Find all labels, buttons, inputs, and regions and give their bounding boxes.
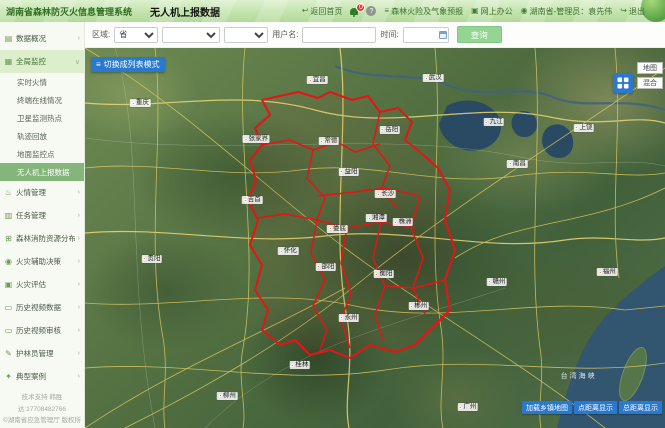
- sidebar-menu: ▤数据概况›▦全局监控∨实时火情终端在线情况卫星监测热点轨迹回放地面监控点无人机…: [0, 27, 84, 388]
- top-header: 湖南省森林防灭火信息管理系统 无人机上报数据 ↩ 返回首页 0 ? ≡ 森林火险…: [0, 0, 665, 22]
- calendar-icon[interactable]: [439, 31, 447, 39]
- chevron-down-icon: ∨: [75, 58, 80, 66]
- map-layer-control: 地图 混合: [613, 62, 663, 93]
- chevron-right-icon: ›: [78, 235, 80, 242]
- sidebar-footer: 技术支持 韩胜达:17708482766 ©湖南省应急管理厅 版权所有: [0, 388, 84, 428]
- sidebar-item-task-management[interactable]: ▥任务管理›: [0, 204, 84, 227]
- submenu-item[interactable]: 终端在线情况: [0, 91, 84, 109]
- sidebar-nav: ▤数据概况›▦全局监控∨实时火情终端在线情况卫星监测热点轨迹回放地面监控点无人机…: [0, 22, 85, 428]
- notification-badge: 0: [356, 3, 365, 12]
- logout-icon: ↪: [620, 7, 627, 15]
- city-select[interactable]: [162, 27, 220, 43]
- map-tool-buttons: 加载乡镇地图点距离显示总距离显示: [522, 401, 662, 414]
- layer-hybrid-button[interactable]: 混合: [637, 77, 663, 89]
- sidebar-item-fire-management[interactable]: ♨火情管理›: [0, 181, 84, 204]
- chevron-right-icon: ›: [78, 327, 80, 334]
- time-label: 时间:: [380, 29, 398, 40]
- online-office-link[interactable]: ▣ 网上办公: [471, 6, 513, 17]
- sidebar-item-global-monitor[interactable]: ▦全局监控∨: [0, 50, 84, 73]
- help-button[interactable]: ?: [366, 6, 376, 16]
- copyright-text: ©湖南省应急管理厅 版权所有: [2, 415, 82, 428]
- fire-assessment-icon: ▣: [4, 280, 13, 289]
- list-mode-icon: ≡: [96, 61, 101, 69]
- sidebar-item-label: 护林员管理: [16, 348, 75, 359]
- username-input[interactable]: [302, 27, 376, 43]
- chevron-right-icon: ›: [78, 281, 80, 288]
- chevron-right-icon: ›: [78, 189, 80, 196]
- query-button[interactable]: 查询: [457, 26, 502, 43]
- system-title: 湖南省森林防灭火信息管理系统: [6, 5, 132, 18]
- resource-distribution-icon: ⊞: [4, 234, 13, 243]
- logout-link[interactable]: ↪ 退出: [620, 6, 645, 17]
- sidebar-item-typical-cases[interactable]: ✦典型案例›: [0, 365, 84, 388]
- sidebar-item-label: 历史视频数据: [16, 302, 75, 313]
- ranger-management-icon: ✎: [4, 349, 13, 358]
- sidebar-item-fire-assessment[interactable]: ▣火灾评估›: [0, 273, 84, 296]
- switch-list-mode-button[interactable]: ≡ 切换成列表模式: [91, 57, 165, 72]
- submenu-item[interactable]: 无人机上报数据: [0, 163, 84, 181]
- filter-bar: 区域: 省 用户名: 时间: 查询: [85, 22, 665, 48]
- main-content: 区域: 省 用户名: 时间: 查询: [85, 22, 665, 428]
- sidebar-item-label: 历史视频审核: [16, 325, 75, 336]
- sidebar-item-ranger-management[interactable]: ✎护林员管理›: [0, 342, 84, 365]
- forecast-link[interactable]: ≡ 森林火险及气象预报: [384, 6, 463, 17]
- sidebar-item-label: 数据概况: [16, 33, 75, 44]
- global-monitor-icon: ▦: [4, 57, 13, 66]
- chevron-right-icon: ›: [78, 373, 80, 380]
- typical-cases-icon: ✦: [4, 372, 13, 381]
- submenu-item[interactable]: 实时火情: [0, 73, 84, 91]
- fire-management-icon: ♨: [4, 188, 13, 197]
- map-decoration-layer: [85, 48, 665, 428]
- map-canvas[interactable]: 张家界常德岳阳益阳长沙湘潭株洲娄底邵阳怀化吉首衡阳永州郴州宜昌武汉九江南昌重庆贵…: [85, 48, 665, 428]
- task-management-icon: ▥: [4, 211, 13, 220]
- region-label: 区域:: [92, 29, 110, 40]
- boundary-layer: [248, 92, 455, 358]
- submenu-item[interactable]: 卫星监测热点: [0, 109, 84, 127]
- username-label: 用户名:: [272, 29, 298, 40]
- submenu-item[interactable]: 轨迹回放: [0, 127, 84, 145]
- header-links: ↩ 返回首页 0 ? ≡ 森林火险及气象预报 ▣ 网上办公 ◉ 湖南省-管理员：…: [302, 6, 659, 17]
- sidebar-item-resource-distribution[interactable]: ⊞森林消防资源分布›: [0, 227, 84, 250]
- map-tool-button-1[interactable]: 点距离显示: [574, 401, 617, 414]
- chevron-right-icon: ›: [78, 212, 80, 219]
- map-tool-button-2[interactable]: 总距离显示: [619, 401, 662, 414]
- sidebar-item-label: 典型案例: [16, 371, 75, 382]
- map-tool-button-0[interactable]: 加载乡镇地图: [522, 401, 572, 414]
- sidebar-item-label: 森林消防资源分布: [16, 233, 75, 244]
- sidebar-item-history-video-data[interactable]: ▭历史视频数据›: [0, 296, 84, 319]
- monitor-icon: ▣: [471, 7, 479, 15]
- back-arrow-icon: ↩: [302, 7, 309, 15]
- sidebar-item-label: 任务管理: [16, 210, 75, 221]
- user-icon: ◉: [521, 7, 528, 15]
- layers-grid-button[interactable]: [613, 73, 633, 93]
- layer-map-button[interactable]: 地图: [637, 62, 663, 74]
- history-video-data-icon: ▭: [4, 303, 13, 312]
- chevron-right-icon: ›: [78, 350, 80, 357]
- chevron-right-icon: ›: [78, 304, 80, 311]
- sidebar-item-label: 火情管理: [16, 187, 75, 198]
- sidebar-item-label: 火灾评估: [16, 279, 75, 290]
- home-link[interactable]: ↩ 返回首页: [302, 6, 343, 17]
- history-video-review-icon: ▭: [4, 326, 13, 335]
- sidebar-item-decision-support[interactable]: ◉火灾辅助决策›: [0, 250, 84, 273]
- time-field: [403, 27, 449, 43]
- sidebar-item-data-overview[interactable]: ▤数据概况›: [0, 27, 84, 50]
- grid-icon: [617, 77, 629, 89]
- user-account[interactable]: ◉ 湖南省-管理员：袁先伟: [521, 6, 613, 17]
- county-select[interactable]: [224, 27, 268, 43]
- sidebar-item-label: 全局监控: [16, 56, 72, 67]
- decision-support-icon: ◉: [4, 257, 13, 266]
- chevron-right-icon: ›: [78, 258, 80, 265]
- sidebar-item-history-video-review[interactable]: ▭历史视频审核›: [0, 319, 84, 342]
- notification-bell-button[interactable]: 0: [350, 8, 358, 15]
- support-text: 技术支持 韩胜达:17708482766: [2, 392, 82, 415]
- submenu-item[interactable]: 地面监控点: [0, 145, 84, 163]
- province-select[interactable]: 省: [114, 27, 158, 43]
- chevron-right-icon: ›: [78, 35, 80, 42]
- sidebar-item-label: 火灾辅助决策: [16, 256, 75, 267]
- list-icon: ≡: [384, 7, 389, 15]
- page-title: 无人机上报数据: [150, 4, 220, 19]
- data-overview-icon: ▤: [4, 34, 13, 43]
